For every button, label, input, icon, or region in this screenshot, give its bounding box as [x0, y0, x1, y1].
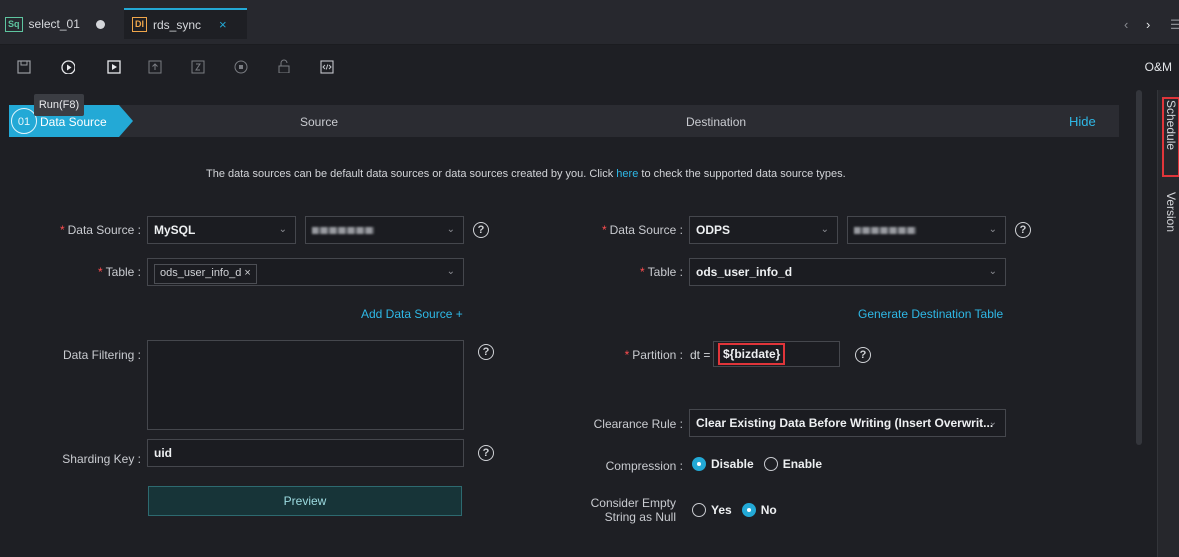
step-data-source-label: Data Source: [40, 115, 107, 129]
tab-select-01[interactable]: Sq select_01: [5, 9, 105, 39]
compression-label: Compression :: [605, 459, 683, 473]
source-table-label: * Table :: [97, 265, 141, 279]
help-icon[interactable]: ?: [855, 347, 871, 363]
tab-label: rds_sync: [153, 17, 202, 32]
stop-icon[interactable]: [234, 60, 248, 74]
dest-data-source-type-select[interactable]: ODPS ⌄: [689, 216, 838, 244]
run-icon[interactable]: [61, 60, 75, 74]
run-with-params-icon[interactable]: [107, 60, 121, 74]
close-icon[interactable]: ×: [219, 17, 227, 32]
dest-data-source-name-select[interactable]: ⌄: [847, 216, 1006, 244]
source-table-select[interactable]: ods_user_info_d × ⌄: [147, 258, 464, 286]
source-data-source-type-select[interactable]: MySQL ⌄: [147, 216, 296, 244]
dest-table-label: * Table :: [639, 265, 683, 279]
sql-file-icon: Sq: [5, 16, 23, 32]
data-filtering-label: Data Filtering :: [62, 348, 141, 362]
redacted-text: [312, 227, 374, 235]
schedule-side-tab[interactable]: Schedule: [1162, 97, 1179, 177]
version-side-tab[interactable]: Version: [1164, 192, 1178, 232]
chevron-down-icon: ⌄: [278, 224, 287, 235]
empty-null-no-radio[interactable]: [741, 503, 756, 517]
empty-null-yes-radio[interactable]: [692, 503, 706, 517]
remove-tag-icon[interactable]: ×: [244, 267, 250, 279]
preview-button[interactable]: Preview: [148, 486, 462, 516]
clearance-rule-select[interactable]: Clear Existing Data Before Writing (Inse…: [689, 409, 1006, 437]
chevron-down-icon: ⌄: [988, 224, 997, 235]
chevron-down-icon: ⌄: [446, 266, 455, 277]
scroll-tabs-left-icon[interactable]: ‹: [1124, 17, 1128, 32]
unlock-icon[interactable]: [277, 59, 291, 73]
source-data-source-name-select[interactable]: ⌄: [305, 216, 464, 244]
info-text: The data sources can be default data sou…: [206, 168, 846, 180]
code-view-icon[interactable]: [320, 60, 334, 74]
chevron-down-icon: ⌄: [820, 224, 829, 235]
run-tooltip: Run(F8): [34, 94, 84, 116]
tab-label: select_01: [28, 17, 80, 31]
clearance-rule-label: Clearance Rule :: [593, 417, 683, 431]
partition-value-highlight: ${bizdate}: [717, 343, 786, 365]
help-icon[interactable]: ?: [478, 344, 494, 360]
generate-destination-table-link[interactable]: Generate Destination Table: [858, 307, 1003, 321]
sharding-key-input[interactable]: uid: [147, 439, 464, 467]
empty-string-null-radio-group: Yes No: [692, 503, 777, 517]
step-bar: [9, 105, 1119, 137]
compression-enable-radio[interactable]: [763, 457, 778, 471]
toolbar: [0, 45, 1179, 89]
scroll-tabs-right-icon[interactable]: ›: [1146, 17, 1150, 32]
di-file-icon: DI: [132, 17, 147, 32]
deploy-icon[interactable]: [191, 60, 205, 74]
partition-prefix: dt =: [690, 348, 711, 362]
empty-string-null-label: Consider Empty String as Null: [590, 496, 676, 524]
help-icon[interactable]: ?: [478, 445, 494, 461]
help-icon[interactable]: ?: [1015, 222, 1031, 238]
submit-icon[interactable]: [148, 60, 162, 74]
table-tag: ods_user_info_d ×: [154, 264, 257, 284]
chevron-down-icon: ⌄: [988, 266, 997, 277]
source-data-source-label: * Data Source :: [59, 223, 141, 237]
sharding-key-label: Sharding Key :: [62, 452, 141, 466]
add-data-source-link[interactable]: Add Data Source +: [361, 307, 463, 321]
tab-rds-sync[interactable]: DI rds_sync ×: [124, 8, 247, 39]
chevron-down-icon: ⌄: [988, 417, 997, 428]
scrollbar-thumb[interactable]: [1136, 90, 1142, 445]
step-destination-label: Destination: [686, 115, 747, 129]
help-icon[interactable]: ?: [473, 222, 489, 238]
step-source-label: Source: [300, 115, 339, 129]
tab-menu-icon[interactable]: ☰: [1170, 17, 1179, 33]
data-filtering-textarea[interactable]: [147, 340, 464, 430]
dest-table-select[interactable]: ods_user_info_d ⌄: [689, 258, 1006, 286]
dest-data-source-label: * Data Source :: [601, 223, 683, 237]
compression-disable-radio[interactable]: [692, 457, 706, 471]
partition-input[interactable]: ${bizdate}: [713, 341, 840, 367]
om-link[interactable]: O&M: [1145, 60, 1172, 74]
unsaved-dot-icon: [95, 19, 105, 29]
compression-radio-group: Disable Enable: [692, 457, 822, 471]
hide-link[interactable]: Hide: [1069, 114, 1096, 129]
supported-types-link[interactable]: here: [616, 168, 638, 180]
partition-label: * Partition :: [624, 348, 683, 362]
redacted-text: [854, 227, 916, 235]
chevron-down-icon: ⌄: [446, 224, 455, 235]
save-icon[interactable]: [17, 60, 31, 74]
